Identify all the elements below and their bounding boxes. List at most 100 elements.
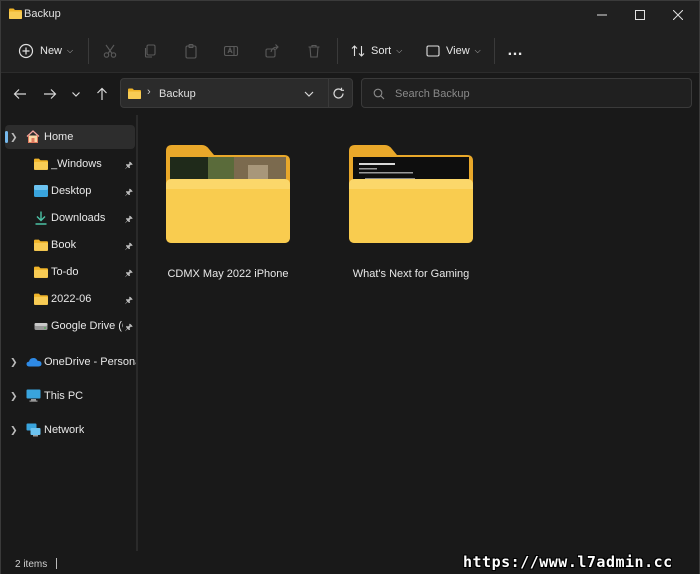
pin-icon: 🖈: [124, 214, 133, 224]
sidebar-item-label: Downloads: [51, 212, 106, 224]
separator: [494, 38, 495, 64]
sidebar-item-google-drive[interactable]: Google Drive (G:) 🖈: [5, 314, 135, 338]
sidebar-item-label: Desktop: [51, 185, 92, 197]
home-icon: [26, 130, 40, 143]
sidebar-item-2022-06[interactable]: 2022-06 🖈: [5, 287, 135, 311]
item-count: 2 items: [15, 559, 48, 570]
close-button[interactable]: [659, 1, 697, 29]
trash-icon: [308, 44, 320, 58]
search-icon: [373, 88, 385, 100]
folder-name[interactable]: What's Next for Gaming: [321, 268, 501, 280]
window-title: Backup: [24, 8, 61, 20]
folder-icon: [34, 293, 48, 305]
minimize-icon: [597, 14, 607, 16]
arrow-right-icon: [44, 89, 57, 99]
back-button[interactable]: [11, 85, 29, 103]
sidebar-item-onedrive[interactable]: ❯ OneDrive - Personal: [5, 350, 136, 374]
share-icon: [265, 44, 279, 58]
chevron-right-icon[interactable]: ❯: [10, 425, 18, 436]
rename-icon: [223, 45, 239, 57]
search-placeholder: Search Backup: [395, 88, 470, 100]
chevron-right-icon[interactable]: ❯: [10, 132, 18, 143]
maximize-icon: [635, 10, 645, 20]
breadcrumb-chevron-icon: ›: [147, 86, 151, 98]
title-bar[interactable]: Backup: [1, 1, 699, 29]
sidebar-item-label: _Windows: [51, 158, 102, 170]
separator: [56, 558, 57, 569]
rename-button[interactable]: [223, 29, 239, 73]
forward-button[interactable]: [41, 85, 59, 103]
sidebar-item-desktop[interactable]: Desktop 🖈: [5, 179, 135, 203]
onedrive-icon: [26, 358, 42, 367]
chevron-down-icon[interactable]: [304, 89, 314, 99]
sidebar-item-book[interactable]: Book 🖈: [5, 233, 135, 257]
folder-icon: [34, 158, 48, 170]
pin-icon: 🖈: [124, 268, 133, 278]
sort-icon: [351, 45, 365, 57]
folder-name[interactable]: CDMX May 2022 iPhone: [138, 268, 318, 280]
new-button[interactable]: New ⌵: [18, 29, 73, 73]
navigation-row: › Backup Search Backup: [1, 73, 699, 115]
sidebar-item-windows[interactable]: _Windows 🖈: [5, 152, 135, 176]
folder-thumbnail-icon: [349, 145, 473, 243]
pin-icon: 🖈: [124, 187, 133, 197]
view-button[interactable]: View ⌵: [425, 29, 481, 73]
sidebar-item-this-pc[interactable]: ❯ This PC: [5, 384, 135, 408]
sidebar-item-label: This PC: [44, 390, 84, 402]
share-button[interactable]: [264, 29, 280, 73]
breadcrumb-item[interactable]: Backup: [159, 88, 196, 100]
status-bar: 2 items https://www.l7admin.cc: [1, 551, 699, 574]
command-bar: New ⌵ Sort ⌵ View ⌵ …: [1, 29, 699, 73]
copy-button[interactable]: [142, 29, 158, 73]
copy-icon: [144, 44, 156, 58]
chevron-right-icon[interactable]: ❯: [10, 391, 18, 402]
sidebar-item-label: Home: [44, 131, 74, 143]
folder-item[interactable]: CDMX May 2022 iPhone: [138, 135, 298, 285]
minimize-button[interactable]: [583, 1, 621, 29]
address-bar[interactable]: › Backup: [120, 78, 353, 108]
sort-label: Sort: [371, 45, 392, 57]
arrow-up-icon: [97, 87, 107, 100]
search-input[interactable]: Search Backup: [361, 78, 692, 108]
paste-button[interactable]: [183, 29, 199, 73]
sort-button[interactable]: Sort ⌵: [350, 29, 402, 73]
delete-button[interactable]: [306, 29, 322, 73]
folder-thumbnail-icon: [166, 145, 290, 243]
chevron-down-icon: [72, 92, 80, 97]
new-label: New: [40, 45, 63, 57]
sidebar-item-label: Network: [44, 424, 85, 436]
pin-icon: 🖈: [124, 241, 133, 251]
folder-icon: [9, 8, 22, 19]
sidebar-item-to-do[interactable]: To-do 🖈: [5, 260, 135, 284]
pin-icon: 🖈: [124, 295, 133, 305]
chevron-down-icon: ⌵: [474, 46, 481, 55]
separator: [337, 38, 338, 64]
desktop-icon: [34, 185, 48, 197]
chevron-down-icon: ⌵: [396, 46, 403, 55]
sidebar-item-label: Book: [51, 239, 77, 251]
recent-locations-button[interactable]: [67, 85, 85, 103]
clipboard-icon: [185, 43, 197, 59]
more-options-button[interactable]: …: [507, 29, 523, 73]
watermark-text: https://www.l7admin.cc: [463, 553, 673, 571]
view-icon: [426, 45, 440, 57]
view-label: View: [446, 45, 470, 57]
folder-item[interactable]: What's Next for Gaming: [321, 135, 481, 285]
separator: [88, 38, 89, 64]
sidebar-item-label: 2022-06: [51, 293, 92, 305]
sidebar-item-label: OneDrive - Personal: [44, 356, 136, 368]
maximize-button[interactable]: [621, 1, 659, 29]
pc-icon: [26, 389, 41, 402]
folder-icon: [34, 239, 48, 251]
sidebar-item-label: Google Drive (G:): [51, 320, 123, 332]
close-icon: [673, 10, 683, 20]
sidebar-item-home[interactable]: ❯ Home: [5, 125, 135, 149]
scissors-icon: [103, 44, 117, 58]
sidebar-item-downloads[interactable]: Downloads 🖈: [5, 206, 135, 230]
refresh-icon[interactable]: [332, 87, 345, 100]
pin-icon: 🖈: [124, 322, 133, 332]
cut-button[interactable]: [102, 29, 118, 73]
chevron-right-icon[interactable]: ❯: [10, 357, 18, 368]
sidebar-item-network[interactable]: ❯ Network: [5, 418, 135, 442]
up-button[interactable]: [93, 85, 111, 103]
